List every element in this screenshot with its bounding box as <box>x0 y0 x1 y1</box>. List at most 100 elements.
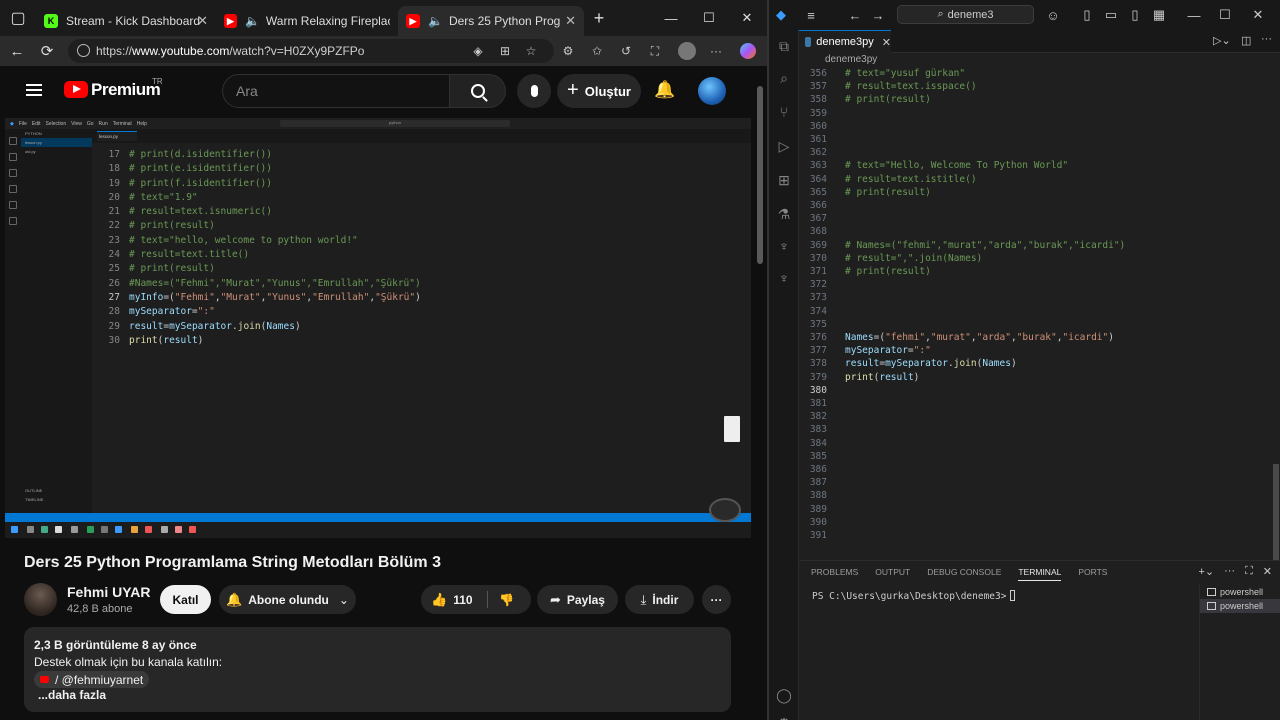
history-icon[interactable]: ↺ <box>618 43 634 59</box>
close-icon[interactable]: ✕ <box>565 13 576 29</box>
panel-tab-output[interactable]: OUTPUT <box>875 567 910 581</box>
menu-icon[interactable] <box>26 84 42 96</box>
menu-icon[interactable]: ≡ <box>803 7 819 23</box>
code-line[interactable]: 378 result=mySeparator.join(Names) <box>799 358 1259 371</box>
page-scrollbar[interactable] <box>753 66 767 720</box>
split-editor-icon[interactable]: ◫ <box>1241 34 1251 47</box>
voice-search-button[interactable] <box>517 74 551 108</box>
code-line[interactable]: 365 # print(result) <box>799 187 1259 200</box>
close-icon[interactable]: ✕ <box>882 36 891 49</box>
account-avatar[interactable] <box>698 77 726 105</box>
code-line[interactable]: 370 # result=",".join(Names) <box>799 253 1259 266</box>
app-available-icon[interactable]: ◈ <box>470 43 486 59</box>
minimize-button[interactable]: — <box>1186 7 1202 23</box>
channel-link-chip[interactable]: / @fehmiuyarnet <box>34 671 150 688</box>
copilot-icon[interactable]: ☺ <box>1045 7 1061 23</box>
code-line[interactable]: 362 <box>799 147 1259 160</box>
more-options-icon[interactable]: ··· <box>708 43 724 59</box>
refresh-icon[interactable]: ⟳ <box>32 36 62 66</box>
close-icon[interactable]: ✕ <box>197 13 208 29</box>
code-line[interactable]: 380 <box>799 385 1259 398</box>
code-line[interactable]: 388 <box>799 490 1259 503</box>
extensions-icon[interactable]: ⊞ <box>774 170 794 190</box>
code-line[interactable]: 382 <box>799 411 1259 424</box>
youtube-logo[interactable] <box>64 81 88 98</box>
profile-icon[interactable] <box>678 42 696 60</box>
channel-avatar[interactable] <box>24 583 57 616</box>
editor-scrollbar[interactable] <box>1271 66 1280 576</box>
python-env-icon[interactable]: ♆ <box>774 268 794 288</box>
testing-icon[interactable]: ⚗ <box>774 204 794 224</box>
search-icon[interactable]: ⌕ <box>774 68 794 88</box>
subscribed-button[interactable]: 🔔 Abone olundu ⌄ <box>219 585 356 614</box>
new-tab-button[interactable]: + <box>584 8 614 29</box>
code-line[interactable]: 375 <box>799 319 1259 332</box>
code-line[interactable]: 391 <box>799 530 1259 543</box>
maximize-panel-icon[interactable]: ⛶ <box>1245 565 1253 578</box>
code-line[interactable]: 379 print(result) <box>799 372 1259 385</box>
copilot-icon[interactable] <box>740 43 756 59</box>
code-line[interactable]: 374 <box>799 306 1259 319</box>
tab-kick[interactable]: K Stream - Kick Dashboard ✕ <box>36 6 216 36</box>
code-line[interactable]: 389 <box>799 504 1259 517</box>
maximize-button[interactable]: ☐ <box>690 0 728 36</box>
command-center-search[interactable]: ⌕ deneme3 <box>897 5 1034 24</box>
code-line[interactable]: 359 <box>799 108 1259 121</box>
code-line[interactable]: 372 <box>799 279 1259 292</box>
dislike-button[interactable]: 👎 <box>499 593 514 607</box>
show-more-link[interactable]: ...daha fazla <box>38 688 106 702</box>
layout-secondary-icon[interactable]: ▯ <box>1127 7 1143 23</box>
back-icon[interactable]: ← <box>847 7 863 23</box>
customize-layout-icon[interactable]: ▦ <box>1151 7 1167 23</box>
code-line[interactable]: 364 # result=text.istitle() <box>799 174 1259 187</box>
close-panel-icon[interactable]: ✕ <box>1263 565 1272 578</box>
share-button[interactable]: ➦ Paylaş <box>537 585 618 614</box>
code-line[interactable]: 360 <box>799 121 1259 134</box>
code-line[interactable]: 368 <box>799 226 1259 239</box>
code-line[interactable]: 383 <box>799 424 1259 437</box>
code-line[interactable]: 377 mySeparator=":" <box>799 345 1259 358</box>
more-actions-icon[interactable]: ··· <box>1261 33 1272 45</box>
code-line[interactable]: 361 <box>799 134 1259 147</box>
explorer-icon[interactable]: ⧉ <box>774 36 794 56</box>
like-button[interactable]: 👍 110 <box>431 592 473 608</box>
back-icon[interactable]: ← <box>2 36 32 66</box>
scrollbar-thumb[interactable] <box>757 86 763 264</box>
speaker-icon[interactable]: 🔈 <box>245 14 260 28</box>
code-line[interactable]: 385 <box>799 451 1259 464</box>
create-button[interactable]: + Oluştur <box>557 74 641 108</box>
source-control-icon[interactable]: ⑂ <box>774 102 794 122</box>
tab-fireplace[interactable]: ▶ 🔈 Warm Relaxing Fireplace <box>216 6 398 36</box>
terminal-output[interactable]: PS C:\Users\gurka\Desktop\deneme3> <box>812 590 1016 602</box>
code-line[interactable]: 387 <box>799 477 1259 490</box>
code-line[interactable]: 366 <box>799 200 1259 213</box>
video-player[interactable]: ◆ File Edit Selection View Go Run Termin… <box>5 118 751 538</box>
close-window-button[interactable]: ✕ <box>1250 7 1266 23</box>
screenshot-icon[interactable]: ⛶ <box>647 43 663 59</box>
code-line[interactable]: 357 # result=text.isspace() <box>799 81 1259 94</box>
settings-gear-icon[interactable]: ⚙ <box>774 713 794 720</box>
code-line[interactable]: 369 # Names=("fehmi","murat","arda","bura… <box>799 240 1259 253</box>
favorites-icon[interactable]: ✩ <box>589 43 605 59</box>
tab-python[interactable]: ▶ 🔈 Ders 25 Python Programla ✕ <box>398 6 584 36</box>
site-info-icon[interactable] <box>77 44 90 57</box>
tab-actions-icon[interactable]: ▢ <box>0 0 36 36</box>
code-line[interactable]: 358 # print(result) <box>799 94 1259 107</box>
join-button[interactable]: Katıl <box>160 585 211 614</box>
code-line[interactable]: 384 <box>799 438 1259 451</box>
extensions-icon[interactable]: ⊞ <box>497 43 513 59</box>
download-button[interactable]: ⤓ İndir <box>625 585 694 614</box>
description-box[interactable]: 2,3 B görüntüleme 8 ay önce Destek olmak… <box>24 627 731 712</box>
search-input[interactable]: Ara <box>222 74 450 108</box>
python-icon[interactable]: ♆ <box>774 236 794 256</box>
favorite-star-icon[interactable]: ☆ <box>523 43 539 59</box>
code-line[interactable]: 367 <box>799 213 1259 226</box>
collections-icon[interactable]: ⚙ <box>560 43 576 59</box>
youtube-brand[interactable]: Premium <box>91 80 161 100</box>
code-line[interactable]: 376 Names=("fehmi","murat","arda","burak"… <box>799 332 1259 345</box>
new-terminal-icon[interactable]: +⌄ <box>1198 565 1214 578</box>
panel-tab-debug-console[interactable]: DEBUG CONSOLE <box>927 567 1001 581</box>
code-line[interactable]: 390 <box>799 517 1259 530</box>
close-window-button[interactable]: ✕ <box>728 0 766 36</box>
forward-icon[interactable]: → <box>870 7 886 23</box>
